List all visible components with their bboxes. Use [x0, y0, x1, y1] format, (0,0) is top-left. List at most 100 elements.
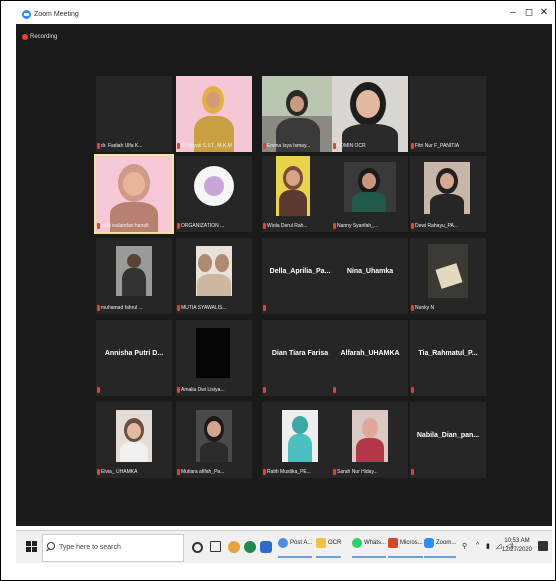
- cortana-icon[interactable]: [192, 542, 203, 553]
- participant-tile[interactable]: Annisha Putri D...: [96, 320, 172, 396]
- taskbar-app-label: Zoom...: [436, 540, 457, 546]
- search-icon: [47, 542, 55, 550]
- people-icon[interactable]: ⚲: [462, 542, 467, 550]
- battery-icon[interactable]: ▮: [486, 542, 490, 550]
- notification-icon[interactable]: [538, 541, 548, 551]
- participant-tile[interactable]: dr. Fadiah Ulfa K...: [96, 76, 172, 152]
- participant-tile[interactable]: Sarah Nur Hiday...: [332, 402, 408, 478]
- participant-name: Wiola Derul Rah...: [267, 223, 308, 229]
- participant-video: [196, 246, 232, 296]
- participant-tile[interactable]: Mutiara afifah_Pa...: [176, 402, 252, 478]
- participant-tile[interactable]: Fitri Nur F_PANITIA: [410, 76, 486, 152]
- participant-video: [276, 156, 310, 216]
- participant-tile[interactable]: muhamad fahrul ...: [96, 238, 172, 314]
- muted-mic-icon: [411, 469, 414, 475]
- participant-name: ORGANIZATION ...: [181, 223, 225, 229]
- muted-mic-icon: [411, 387, 414, 393]
- title-bar: Zoom Meeting – ◻ ✕: [16, 6, 552, 24]
- participant-video: [282, 410, 318, 462]
- participant-name: Ri Hayati S.ST., M.K.M: [181, 143, 232, 149]
- task-view-icon[interactable]: [210, 541, 221, 552]
- muted-mic-icon: [263, 305, 266, 311]
- folder-icon: [316, 538, 326, 548]
- participant-tile[interactable]: Nunky N: [410, 238, 486, 314]
- participant-tile[interactable]: ADMIN OCR: [332, 76, 408, 152]
- participant-tile[interactable]: Ri Hayati S.ST., M.K.M: [176, 76, 252, 152]
- participant-tile[interactable]: Ratih Mustika_PE...: [262, 402, 338, 478]
- muted-mic-icon: [177, 223, 180, 229]
- participant-tile[interactable]: Della_Aprilia_Pa...: [262, 238, 338, 314]
- taskbar-search-box[interactable]: Type here to search: [42, 534, 184, 562]
- participant-tile[interactable]: Nanny Syarifah_...: [332, 156, 408, 232]
- participant-video: [116, 410, 152, 462]
- participant-tile[interactable]: MUTIA SYAWALIS...: [176, 238, 252, 314]
- participant-name: Mutiara afifah_Pa...: [181, 469, 225, 475]
- muted-mic-icon: [97, 387, 100, 393]
- participant-tile[interactable]: Dewi Rahayu_PA...: [410, 156, 486, 232]
- powerpoint-icon: [388, 538, 398, 548]
- participant-video: [176, 76, 252, 152]
- participant-display-name: Nabila_Dian_pan...: [416, 432, 480, 439]
- participant-tile[interactable]: Dian Tiara Farisa: [262, 320, 338, 396]
- minimize-button[interactable]: –: [506, 7, 520, 18]
- muted-mic-icon: [411, 223, 414, 229]
- taskbar-clock[interactable]: 10:53 AM 12/27/2020: [502, 537, 532, 555]
- participant-name: MUTIA SYAWALIS...: [181, 305, 227, 311]
- muted-mic-icon: [411, 143, 414, 149]
- chrome-icon[interactable]: [228, 541, 240, 553]
- participant-tile[interactable]: Amalia Dwi Listya...: [176, 320, 252, 396]
- participant-tile[interactable]: Wiola Derul Rah...: [262, 156, 338, 232]
- recording-indicator[interactable]: Recording: [22, 34, 57, 41]
- participant-tile[interactable]: Elvia_ UHAMKA: [96, 402, 172, 478]
- participant-tile[interactable]: Nina_Uhamka: [332, 238, 408, 314]
- participant-tile[interactable]: putri wulandari hanafi: [94, 154, 174, 234]
- taskbar-app-folder[interactable]: OCR: [316, 538, 342, 558]
- windows-start-icon[interactable]: [26, 541, 37, 552]
- muted-mic-icon: [177, 305, 180, 311]
- participant-name: Amalia Dwi Listya...: [181, 387, 225, 393]
- muted-mic-icon: [177, 469, 180, 475]
- recording-dot-icon: [22, 34, 28, 40]
- participant-name: putri wulandari hanafi: [101, 223, 149, 229]
- participant-tile[interactable]: Ervina Isya Ismay...: [262, 76, 338, 152]
- participant-tile[interactable]: Tia_Rahmatul_P...: [410, 320, 486, 396]
- participant-display-name: Nina_Uhamka: [346, 268, 394, 275]
- muted-mic-icon: [97, 143, 100, 149]
- participant-display-name: Annisha Putri D...: [104, 350, 164, 357]
- taskbar-app-powerpoint[interactable]: Micros...: [388, 538, 423, 558]
- participant-display-name: Dian Tiara Farisa: [271, 350, 329, 357]
- muted-mic-icon: [97, 223, 100, 229]
- edge-icon[interactable]: [244, 541, 256, 553]
- windows-taskbar: Type here to search Post A... OCR Whats.…: [16, 530, 552, 563]
- taskbar-app-whatsapp[interactable]: Whats...: [352, 538, 387, 558]
- chrome-icon: [278, 538, 288, 548]
- taskbar-app-label: Micros...: [400, 540, 423, 546]
- participant-tile[interactable]: ORGANIZATION ...: [176, 156, 252, 232]
- close-button[interactable]: ✕: [537, 7, 551, 18]
- participant-video: [352, 410, 388, 462]
- network-icon[interactable]: ◿: [496, 542, 501, 550]
- muted-mic-icon: [177, 143, 180, 149]
- participant-display-name: Della_Aprilia_Pa...: [269, 268, 331, 275]
- taskbar-app-zoom[interactable]: Zoom...: [424, 538, 457, 558]
- clock-time: 10:53 AM: [504, 538, 530, 544]
- participant-tile[interactable]: Alfarah_UHAMKA: [332, 320, 408, 396]
- muted-mic-icon: [263, 143, 266, 149]
- muted-mic-icon: [177, 387, 180, 393]
- clock-date: 12/27/2020: [501, 547, 532, 553]
- recording-label: Recording: [30, 34, 58, 40]
- chevron-up-icon[interactable]: ^: [476, 542, 479, 549]
- participant-name: muhamad fahrul ...: [101, 305, 143, 311]
- muted-mic-icon: [97, 469, 100, 475]
- muted-mic-icon: [97, 305, 100, 311]
- taskbar-app-chrome[interactable]: Post A...: [278, 538, 313, 558]
- participant-video: [196, 328, 230, 378]
- taskbar-app-label: OCR: [328, 540, 342, 546]
- participant-video: [428, 244, 468, 298]
- muted-mic-icon: [333, 223, 336, 229]
- participant-tile[interactable]: Nabila_Dian_pan...: [410, 402, 486, 478]
- participant-name: Elvia_ UHAMKA: [101, 469, 138, 475]
- participant-name: Nunky N: [415, 305, 435, 311]
- maximize-button[interactable]: ◻: [522, 7, 536, 18]
- mail-icon[interactable]: [260, 541, 272, 553]
